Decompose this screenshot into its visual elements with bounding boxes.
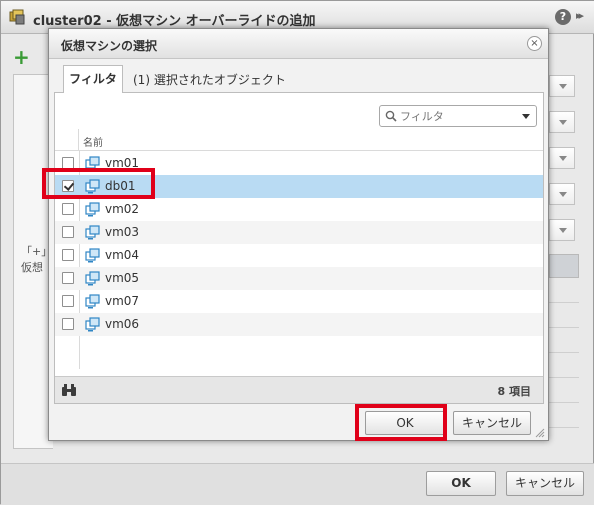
vm-icon <box>85 248 100 263</box>
outer-row-divider <box>549 352 579 353</box>
outer-ok-button[interactable]: OK <box>426 471 496 496</box>
vm-name: vm02 <box>105 202 140 216</box>
outer-cancel-button[interactable]: キャンセル <box>506 471 584 496</box>
select-vm-dialog: 仮想マシンの選択 × フィルタ (1) 選択されたオブジェクト 名前 vm01 d… <box>48 28 549 441</box>
vm-checkbox[interactable] <box>62 226 74 238</box>
vm-table: 名前 vm01 db01 vm02 vm03 vm04 vm05 vm07 vm06 <box>55 129 543 369</box>
filter-box[interactable] <box>379 105 537 127</box>
modal-title-bar: 仮想マシンの選択 × <box>49 29 548 59</box>
vm-icon <box>85 317 100 332</box>
vm-icon <box>85 179 100 194</box>
close-icon[interactable]: × <box>527 36 542 51</box>
vm-row[interactable]: vm05 <box>55 267 543 290</box>
item-count: 8 項目 <box>497 385 531 398</box>
binoculars-icon[interactable] <box>61 383 77 397</box>
filter-input[interactable] <box>400 108 515 124</box>
vm-name: vm06 <box>105 317 140 331</box>
vm-icon <box>85 271 100 286</box>
expand-icon[interactable]: ▸▸ <box>576 9 584 22</box>
outer-dropdown[interactable] <box>549 183 575 205</box>
vm-row[interactable]: vm04 <box>55 244 543 267</box>
tab-filter[interactable]: フィルタ <box>63 65 123 93</box>
vm-checkbox[interactable] <box>62 180 74 192</box>
vm-name: vm05 <box>105 271 140 285</box>
vm-icon <box>85 202 100 217</box>
vm-name: vm04 <box>105 248 140 262</box>
outer-row-divider <box>549 377 579 378</box>
vm-row[interactable]: vm03 <box>55 221 543 244</box>
vm-checkbox[interactable] <box>62 203 74 215</box>
vm-name: vm01 <box>105 156 140 170</box>
vm-name: vm07 <box>105 294 140 308</box>
vm-icon <box>85 225 100 240</box>
vm-name: db01 <box>105 179 136 193</box>
help-icon[interactable]: ? <box>555 9 571 25</box>
chevron-down-icon[interactable] <box>522 114 530 119</box>
outer-dialog-title: cluster02 - 仮想マシン オーバーライドの追加 <box>33 14 316 29</box>
vm-row[interactable]: db01 <box>55 175 543 198</box>
vm-checkbox[interactable] <box>62 318 74 330</box>
resize-grip-icon[interactable] <box>535 428 545 438</box>
outer-row-divider <box>549 302 579 303</box>
add-icon[interactable]: + <box>13 47 30 67</box>
vm-checkbox[interactable] <box>62 295 74 307</box>
vm-row[interactable]: vm02 <box>55 198 543 221</box>
vm-list-panel: 名前 vm01 db01 vm02 vm03 vm04 vm05 vm07 vm06 8 項目 <box>54 92 544 404</box>
outer-dropdown[interactable] <box>549 147 575 169</box>
search-icon <box>385 110 397 122</box>
vm-row[interactable]: vm01 <box>55 152 543 175</box>
outer-row-divider <box>549 427 579 428</box>
vm-icon <box>85 156 100 171</box>
column-header-name[interactable]: 名前 <box>83 134 103 149</box>
outer-table-header <box>549 254 579 278</box>
outer-row-divider <box>549 327 579 328</box>
outer-dropdown[interactable] <box>549 75 575 97</box>
cluster-icon <box>9 9 25 25</box>
ok-button[interactable]: OK <box>365 411 445 435</box>
vm-checkbox[interactable] <box>62 157 74 169</box>
outer-dropdown[interactable] <box>549 111 575 133</box>
table-header: 名前 <box>55 129 543 151</box>
modal-title: 仮想マシンの選択 <box>61 39 158 53</box>
vm-checkbox[interactable] <box>62 249 74 261</box>
vm-row[interactable]: vm07 <box>55 290 543 313</box>
vm-name: vm03 <box>105 225 140 239</box>
vm-checkbox[interactable] <box>62 272 74 284</box>
vm-row[interactable]: vm06 <box>55 313 543 336</box>
tab-selected-objects[interactable]: (1) 選択されたオブジェクト <box>133 69 286 91</box>
header-check-cell <box>55 129 79 151</box>
cancel-button[interactable]: キャンセル <box>453 411 531 435</box>
outer-row-divider <box>549 402 579 403</box>
outer-dropdown[interactable] <box>549 219 575 241</box>
vm-icon <box>85 294 100 309</box>
list-footer: 8 項目 <box>55 376 543 403</box>
